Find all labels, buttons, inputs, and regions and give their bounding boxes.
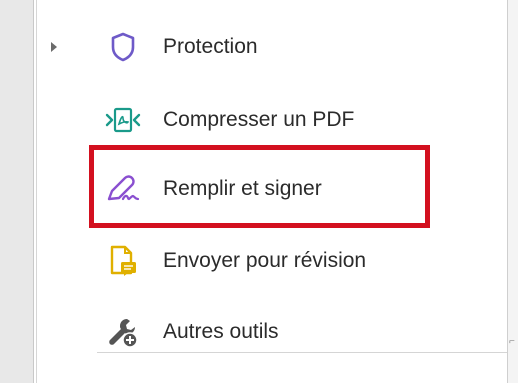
gutter-divider bbox=[33, 0, 34, 383]
tool-item-compress-pdf[interactable]: Compresser un PDF bbox=[100, 100, 430, 140]
tool-item-protection[interactable]: Protection bbox=[100, 27, 430, 67]
tools-pane: ⌐ Protection Compresser un PDF Remplir e… bbox=[0, 0, 518, 383]
left-gutter bbox=[0, 0, 33, 383]
tool-label: Autres outils bbox=[163, 320, 279, 343]
tool-item-other-tools[interactable]: Autres outils bbox=[100, 312, 430, 352]
gutter-divider-inner bbox=[36, 0, 37, 383]
tool-label: Envoyer pour révision bbox=[163, 249, 367, 272]
compress-pdf-icon bbox=[102, 104, 144, 136]
tool-label: Compresser un PDF bbox=[163, 108, 355, 131]
scrollbar-track[interactable] bbox=[508, 0, 518, 383]
more-tools-wrench-icon bbox=[102, 316, 144, 348]
fill-sign-pen-icon bbox=[102, 173, 144, 205]
list-separator bbox=[97, 352, 507, 353]
expand-arrow-icon[interactable] bbox=[51, 42, 57, 52]
send-for-review-icon bbox=[102, 245, 144, 277]
tool-item-fill-and-sign[interactable]: Remplir et signer bbox=[100, 169, 430, 209]
tool-label: Remplir et signer bbox=[163, 177, 322, 200]
shield-icon bbox=[102, 31, 144, 63]
tool-label: Protection bbox=[163, 35, 258, 58]
tool-item-send-for-review[interactable]: Envoyer pour révision bbox=[100, 241, 430, 281]
scroll-marker: ⌐ bbox=[509, 336, 515, 347]
